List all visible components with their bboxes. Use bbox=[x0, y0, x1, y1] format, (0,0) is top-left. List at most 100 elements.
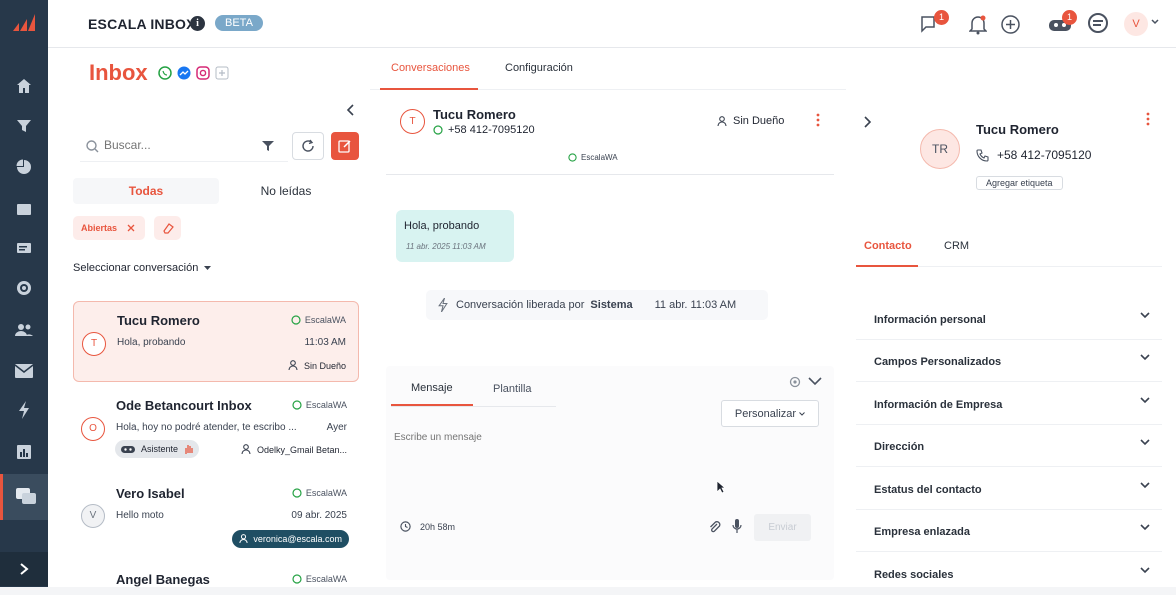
pie-chart-icon[interactable] bbox=[0, 147, 48, 187]
hand-icon bbox=[185, 444, 193, 454]
tab-contacto[interactable]: Contacto bbox=[864, 240, 912, 252]
search-box bbox=[80, 132, 288, 162]
conversation-owner: Odelky_Gmail Betan... bbox=[241, 444, 347, 455]
user-icon bbox=[717, 115, 727, 126]
chevron-down-icon bbox=[1140, 312, 1150, 319]
composer-tab-divider bbox=[391, 406, 556, 407]
microphone-icon[interactable] bbox=[732, 519, 742, 534]
tab-conversaciones[interactable]: Conversaciones bbox=[391, 62, 470, 74]
refresh-button[interactable] bbox=[292, 132, 324, 160]
gear-icon[interactable] bbox=[789, 376, 801, 388]
section-informacion-personal[interactable]: Información personal bbox=[856, 298, 1162, 340]
message-bubble: Hola, probando 11 abr. 2025 11:03 AM bbox=[396, 210, 514, 262]
tab-configuracion[interactable]: Configuración bbox=[505, 62, 573, 74]
conversation-item[interactable]: Vero Isabel EscalaWA V Hello moto 09 abr… bbox=[73, 476, 359, 556]
info-icon[interactable]: i bbox=[190, 16, 205, 31]
mail-icon[interactable] bbox=[0, 351, 48, 391]
whatsapp-icon bbox=[291, 315, 301, 325]
clear-filters-button[interactable] bbox=[154, 216, 181, 240]
whatsapp-icon[interactable] bbox=[158, 66, 172, 80]
tab-plantilla[interactable]: Plantilla bbox=[493, 383, 532, 395]
bell-icon[interactable] bbox=[969, 15, 987, 35]
target-icon[interactable] bbox=[0, 268, 48, 308]
inbox-nav-icon[interactable] bbox=[0, 474, 48, 520]
section-redes-sociales[interactable]: Redes sociales bbox=[856, 553, 1162, 595]
system-event-time: 11 abr. 11:03 AM bbox=[654, 299, 737, 311]
chevron-down-icon bbox=[799, 411, 805, 416]
section-empresa-enlazada[interactable]: Empresa enlazada bbox=[856, 510, 1162, 552]
chat-notification-badge: 1 bbox=[934, 10, 949, 25]
refresh-icon bbox=[302, 139, 314, 152]
section-direccion[interactable]: Dirección bbox=[856, 425, 1162, 467]
select-conversation-label: Seleccionar conversación bbox=[73, 262, 199, 274]
eraser-icon bbox=[162, 223, 174, 234]
messenger-icon[interactable] bbox=[177, 66, 191, 80]
add-tag-button[interactable]: Agregar etiqueta bbox=[976, 176, 1063, 190]
conversation-preview: Hello moto bbox=[116, 510, 164, 521]
card-icon[interactable] bbox=[0, 228, 48, 268]
search-input[interactable] bbox=[104, 138, 254, 152]
tab-mensaje[interactable]: Mensaje bbox=[411, 382, 453, 394]
add-icon[interactable] bbox=[1001, 15, 1020, 34]
whatsapp-icon bbox=[433, 125, 443, 135]
send-button[interactable]: Enviar bbox=[754, 514, 811, 541]
active-tab-indicator bbox=[380, 88, 478, 90]
support-chat-icon[interactable] bbox=[1086, 13, 1110, 35]
conversation-channel-label: EscalaWA bbox=[304, 315, 346, 325]
channel-tag-label: EscalaWA bbox=[581, 153, 618, 162]
funnel-icon[interactable] bbox=[0, 106, 48, 146]
add-channel-icon[interactable] bbox=[215, 66, 229, 80]
filter-chip[interactable]: Abiertas bbox=[73, 216, 146, 240]
filter-chip-label: Abiertas bbox=[81, 223, 118, 233]
conversation-item[interactable]: Tucu Romero EscalaWA T Hola, probando 11… bbox=[73, 301, 359, 382]
attachment-icon[interactable] bbox=[708, 520, 722, 534]
instagram-icon[interactable] bbox=[196, 66, 210, 80]
personalize-dropdown[interactable]: Personalizar bbox=[721, 400, 819, 427]
reports-icon[interactable] bbox=[0, 432, 48, 472]
caret-down-icon bbox=[204, 265, 212, 270]
section-estatus-del-contacto[interactable]: Estatus del contacto bbox=[856, 468, 1162, 510]
collapse-composer-icon[interactable] bbox=[808, 377, 822, 386]
tab-todas[interactable]: Todas bbox=[73, 178, 219, 204]
tab-no-leidas[interactable]: No leídas bbox=[213, 178, 359, 204]
conversation-owner-label: veronica@escala.com bbox=[253, 534, 342, 544]
assigned-agent-badge: veronica@escala.com bbox=[232, 530, 349, 548]
filter-icon[interactable] bbox=[262, 140, 274, 152]
edit-icon bbox=[338, 140, 351, 153]
section-informacion-de-empresa[interactable]: Información de Empresa bbox=[856, 383, 1162, 425]
session-timer-label: 20h 58m bbox=[420, 521, 456, 532]
conversation-item[interactable]: Ode Betancourt Inbox EscalaWA O Hola, ho… bbox=[73, 390, 359, 466]
top-bar: ESCALA INBOX i BETA 1 1 V bbox=[48, 0, 1176, 48]
owner-selector[interactable]: Sin Dueño bbox=[717, 115, 784, 127]
home-icon[interactable] bbox=[0, 66, 48, 106]
folder-icon[interactable] bbox=[0, 189, 48, 229]
app-title: ESCALA INBOX bbox=[88, 16, 196, 32]
contact-tab-indicator bbox=[856, 265, 918, 267]
new-conversation-button[interactable] bbox=[331, 132, 359, 160]
whatsapp-icon bbox=[292, 400, 302, 410]
expand-rail-icon[interactable] bbox=[0, 552, 48, 586]
conversation-name: Vero Isabel bbox=[116, 486, 185, 501]
conversation-channel: EscalaWA bbox=[291, 315, 346, 325]
whatsapp-icon bbox=[292, 574, 302, 584]
more-options-icon[interactable] bbox=[816, 113, 820, 127]
lightning-icon[interactable] bbox=[0, 390, 48, 430]
close-icon[interactable] bbox=[127, 224, 135, 232]
contact-menu-icon[interactable] bbox=[1146, 112, 1150, 126]
contact-avatar: TR bbox=[920, 129, 960, 169]
collapse-panel-icon[interactable] bbox=[346, 104, 354, 116]
contact-details-panel: TR Tucu Romero +58 412-7095120 Agregar e… bbox=[846, 48, 1176, 587]
users-icon[interactable] bbox=[0, 310, 48, 350]
chevron-right-icon[interactable] bbox=[864, 116, 872, 128]
section-campos-personalizados[interactable]: Campos Personalizados bbox=[856, 340, 1162, 382]
chevron-down-icon bbox=[1140, 567, 1150, 574]
escala-logo[interactable] bbox=[0, 0, 48, 46]
chevron-down-icon[interactable] bbox=[1151, 19, 1159, 25]
conversation-channel: EscalaWA bbox=[292, 400, 347, 410]
section-label: Campos Personalizados bbox=[874, 356, 1002, 368]
message-input[interactable] bbox=[394, 432, 814, 492]
tab-crm[interactable]: CRM bbox=[944, 240, 969, 252]
select-conversation-dropdown[interactable]: Seleccionar conversación bbox=[73, 262, 212, 274]
conversation-item[interactable]: Angel Banegas EscalaWA bbox=[73, 566, 359, 587]
avatar[interactable]: V bbox=[1124, 12, 1148, 36]
